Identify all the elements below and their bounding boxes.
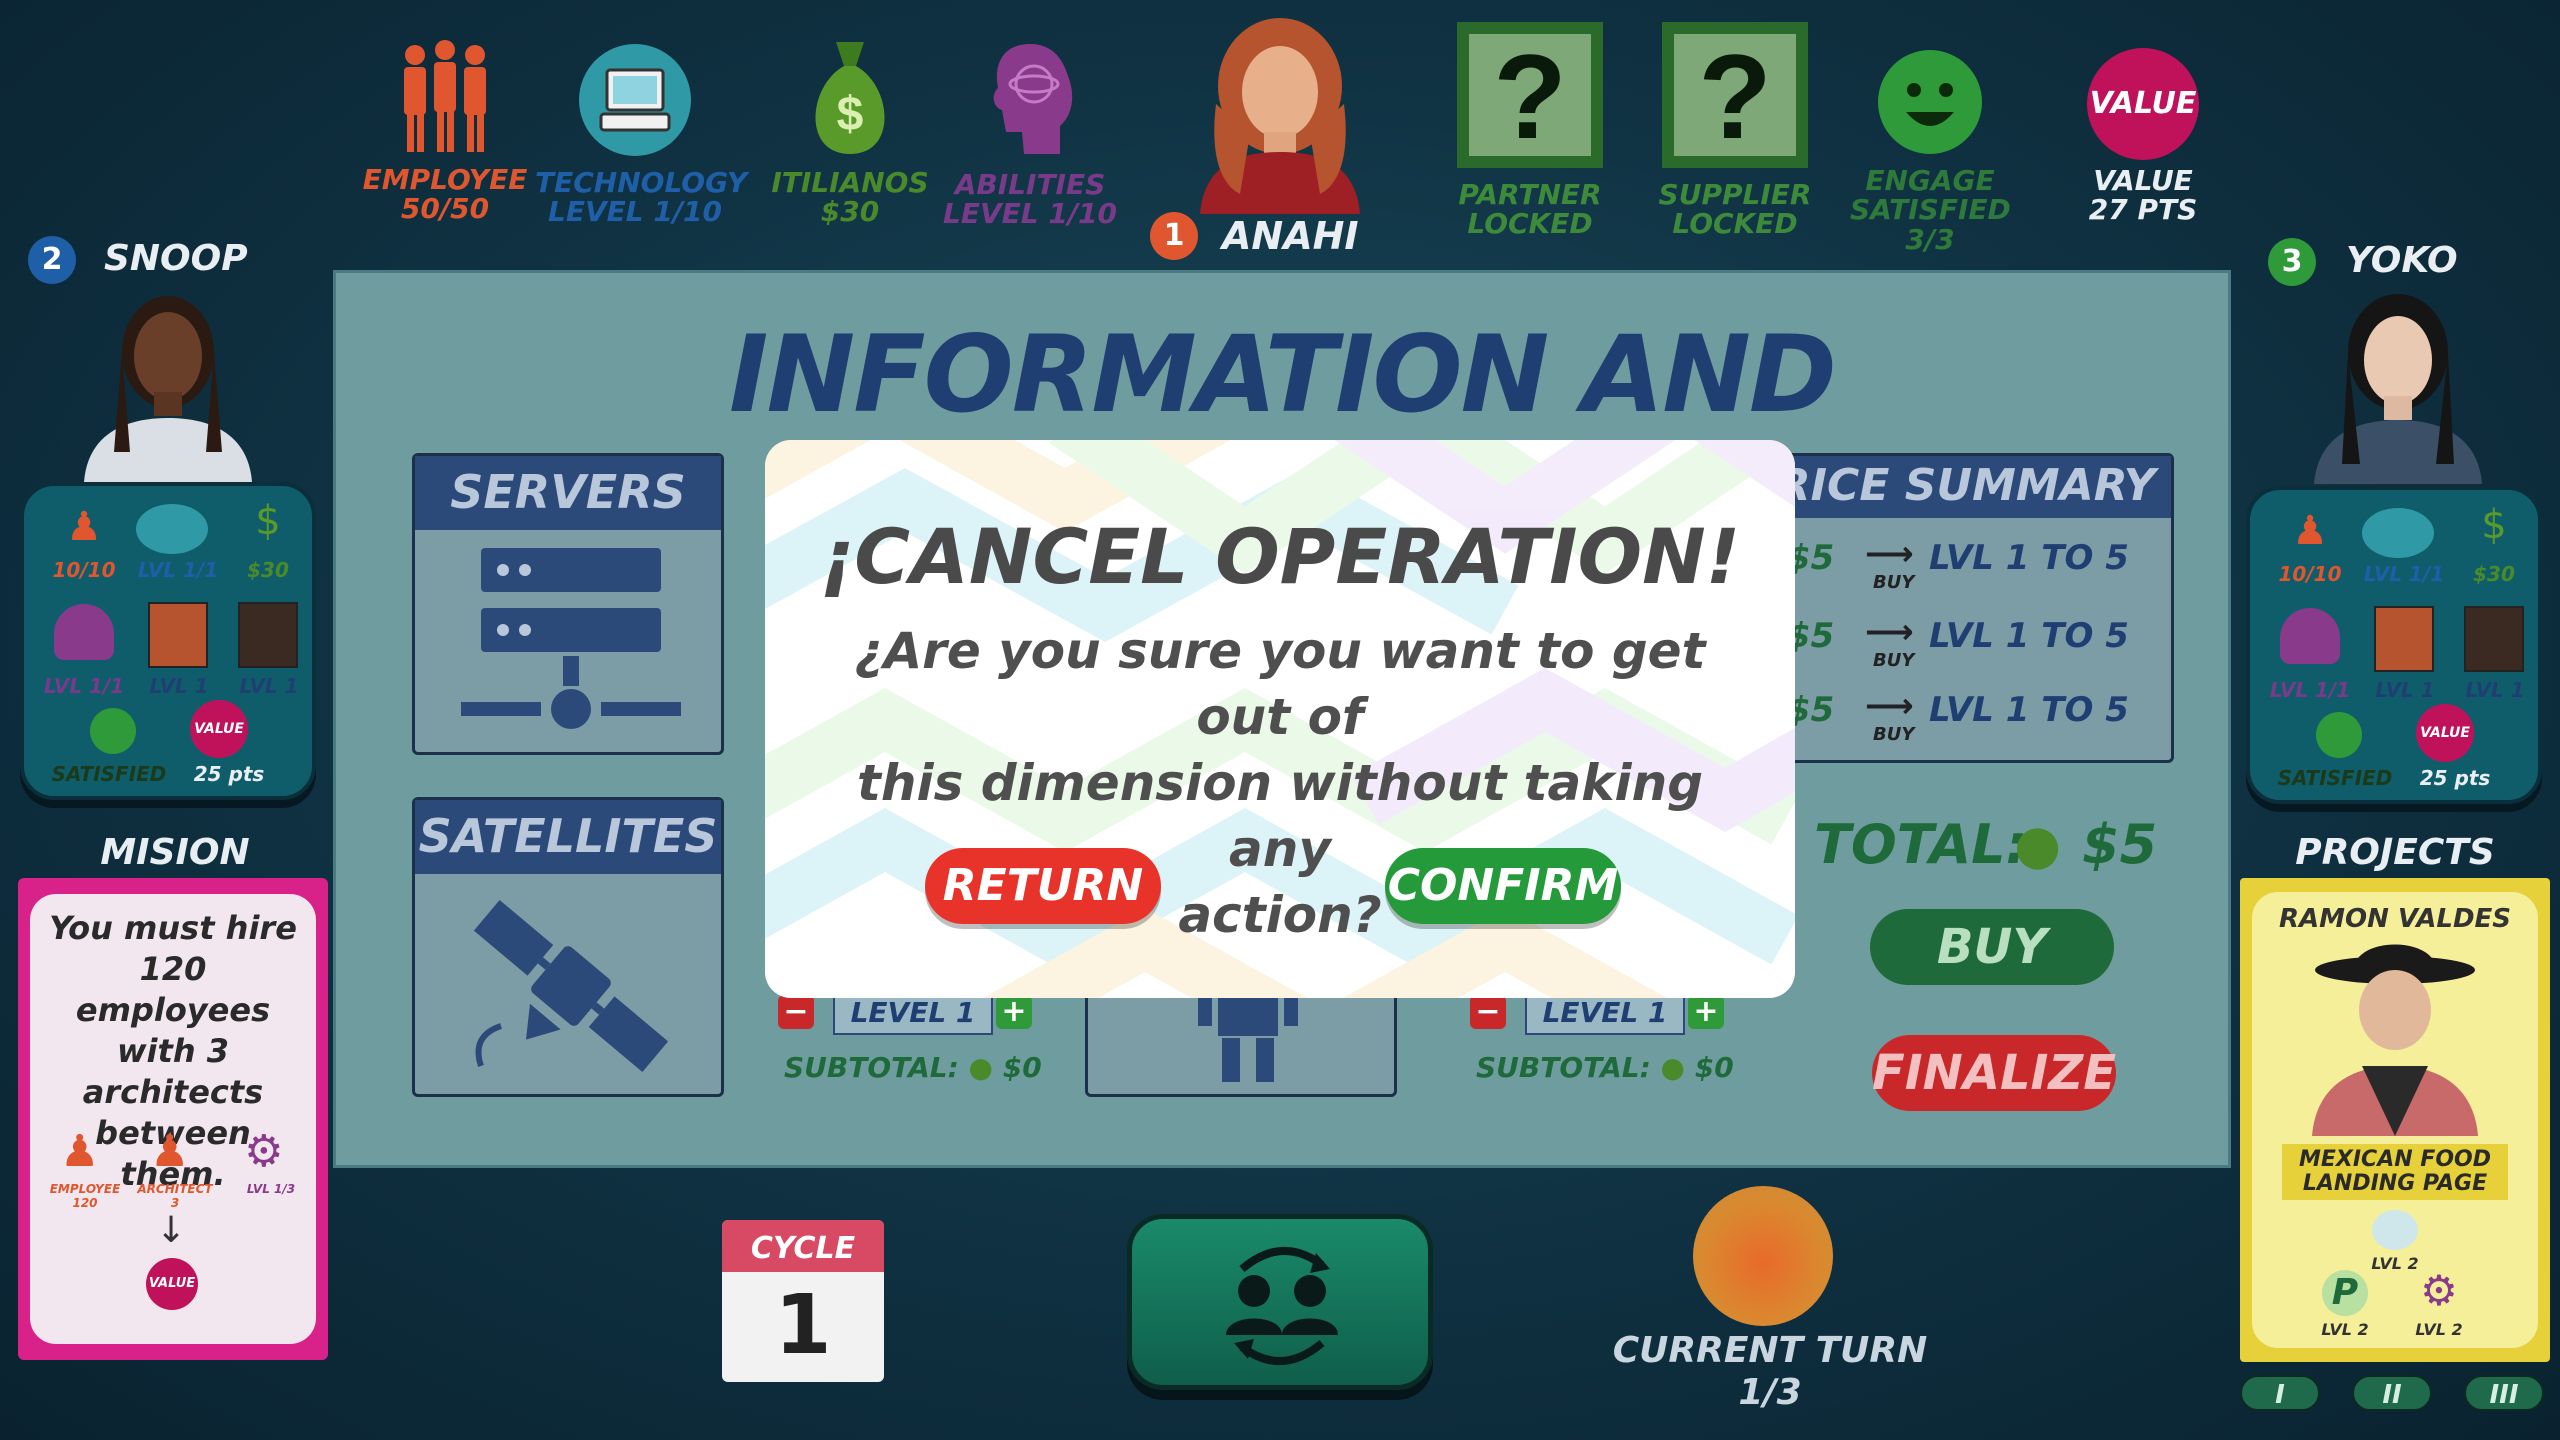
cancel-operation-dialog: ¡CANCEL OPERATION! ¿Are you sure you wan… [765, 440, 1795, 998]
switch-player-button[interactable] [1127, 1214, 1433, 1390]
cycle-label: CYCLE [722, 1220, 884, 1272]
confirm-button[interactable]: CONFIRM [1385, 848, 1621, 924]
turn-indicator-orb [1693, 1186, 1833, 1326]
current-turn-label: CURRENT TURN [1612, 1330, 1928, 1371]
dialog-message-line: ¿Are you sure you want to get out of [854, 622, 1706, 746]
return-button[interactable]: RETURN [925, 848, 1161, 924]
game-screen: EMPLOYEE 50/50 TECHNOLOGY LEVEL 1/10 $ I… [0, 0, 2560, 1440]
current-turn-value: 1/3 [1738, 1372, 1802, 1413]
cycle-calendar: CYCLE 1 [722, 1220, 884, 1382]
dialog-title: ¡CANCEL OPERATION! [819, 512, 1741, 601]
switch-users-icon [1226, 1247, 1338, 1365]
cycle-value: 1 [774, 1278, 832, 1373]
